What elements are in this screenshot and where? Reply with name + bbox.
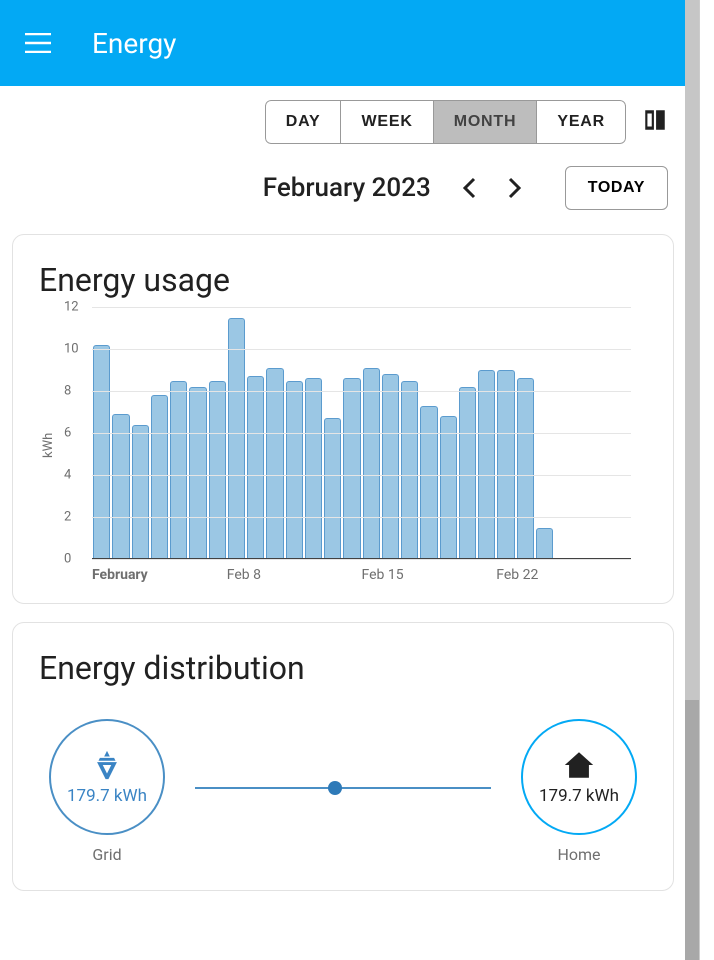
- chart-bar[interactable]: [170, 381, 187, 560]
- compare-icon: [642, 107, 668, 133]
- chart-y-tick: 0: [64, 552, 71, 567]
- home-node[interactable]: 179.7 kWh Home: [521, 719, 637, 864]
- chart-bar[interactable]: [247, 376, 264, 559]
- chart-y-tick: 6: [64, 426, 71, 441]
- chart-bar[interactable]: [363, 368, 380, 559]
- chart-y-axis-label: kWh: [39, 307, 56, 583]
- period-toolbar: DAY WEEK MONTH YEAR: [0, 86, 686, 144]
- chart-gridline: [92, 517, 631, 518]
- grid-label: Grid: [92, 845, 121, 864]
- chart-x-tick: February: [92, 567, 227, 583]
- app-title: Energy: [92, 27, 176, 60]
- chart-bar[interactable]: [93, 345, 110, 559]
- chart-x-tick: Feb 22: [496, 567, 631, 583]
- chart-bar[interactable]: [286, 381, 303, 560]
- chevron-left-icon: [462, 177, 476, 199]
- chart-bar[interactable]: [420, 406, 437, 559]
- chart-gridline: [92, 307, 631, 308]
- period-week-button[interactable]: WEEK: [341, 100, 433, 144]
- chart-bar[interactable]: [459, 387, 476, 559]
- grid-value: 179.7 kWh: [67, 786, 147, 806]
- grid-node[interactable]: 179.7 kWh Grid: [49, 719, 165, 864]
- chart-bar[interactable]: [401, 381, 418, 560]
- scrollbar-thumb-lower[interactable]: [685, 700, 699, 960]
- chart-y-tick: 8: [64, 384, 71, 399]
- chart-gridline: [92, 559, 631, 560]
- chart-gridline: [92, 433, 631, 434]
- flow-link: [195, 787, 491, 789]
- compare-toggle-button[interactable]: [642, 107, 668, 137]
- chart-bar[interactable]: [440, 416, 457, 559]
- menu-button[interactable]: [20, 25, 56, 61]
- energy-distribution-title: Energy distribution: [39, 649, 647, 687]
- energy-usage-chart[interactable]: 024681012 FebruaryFeb 8Feb 15Feb 22: [56, 307, 647, 583]
- period-month-button[interactable]: MONTH: [434, 100, 538, 144]
- flow-dot-icon: [328, 781, 342, 795]
- period-day-button[interactable]: DAY: [265, 100, 342, 144]
- chart-y-tick: 12: [64, 300, 79, 315]
- home-icon: [562, 748, 596, 782]
- chart-bar[interactable]: [112, 414, 129, 559]
- today-button[interactable]: TODAY: [565, 166, 668, 210]
- transmission-tower-icon: [90, 748, 124, 782]
- chart-bar[interactable]: [478, 370, 495, 559]
- home-label: Home: [557, 845, 600, 864]
- chart-bar[interactable]: [343, 378, 360, 559]
- chart-bar[interactable]: [382, 374, 399, 559]
- current-period-label: February 2023: [263, 173, 431, 203]
- chart-bar[interactable]: [151, 395, 168, 559]
- chart-bar[interactable]: [497, 370, 514, 559]
- scrollbar-thumb[interactable]: [685, 0, 699, 700]
- chart-gridline: [92, 349, 631, 350]
- chart-bar[interactable]: [266, 368, 283, 559]
- chart-bar[interactable]: [324, 418, 341, 559]
- next-period-button[interactable]: [501, 174, 529, 202]
- chart-y-tick: 10: [64, 342, 79, 357]
- chart-bar[interactable]: [209, 381, 226, 560]
- date-navigation: February 2023 TODAY: [0, 144, 686, 224]
- energy-usage-title: Energy usage: [39, 261, 647, 299]
- scrollbar-track[interactable]: [685, 0, 699, 960]
- chart-bar[interactable]: [517, 378, 534, 559]
- chart-bar[interactable]: [189, 387, 206, 559]
- chevron-right-icon: [508, 177, 522, 199]
- previous-period-button[interactable]: [455, 174, 483, 202]
- hamburger-icon: [25, 33, 51, 53]
- chart-bar[interactable]: [536, 528, 553, 560]
- chart-x-tick: Feb 15: [362, 567, 497, 583]
- chart-y-tick: 4: [64, 468, 71, 483]
- energy-distribution-card: Energy distribution 179.7 kWh Grid 179.7…: [12, 622, 674, 891]
- chart-gridline: [92, 391, 631, 392]
- chart-x-tick: Feb 8: [227, 567, 362, 583]
- app-header: Energy: [0, 0, 686, 86]
- chart-bar[interactable]: [132, 425, 149, 559]
- home-value: 179.7 kWh: [539, 786, 619, 806]
- period-segmented-control: DAY WEEK MONTH YEAR: [265, 100, 626, 144]
- energy-usage-card: Energy usage kWh 0 2 4 6 8 10 12 FebruaryFeb 8…: [12, 234, 674, 604]
- chart-bar[interactable]: [228, 318, 245, 560]
- chart-gridline: [92, 475, 631, 476]
- period-year-button[interactable]: YEAR: [537, 100, 626, 144]
- chart-y-tick: 2: [64, 510, 71, 525]
- chart-bar[interactable]: [305, 378, 322, 559]
